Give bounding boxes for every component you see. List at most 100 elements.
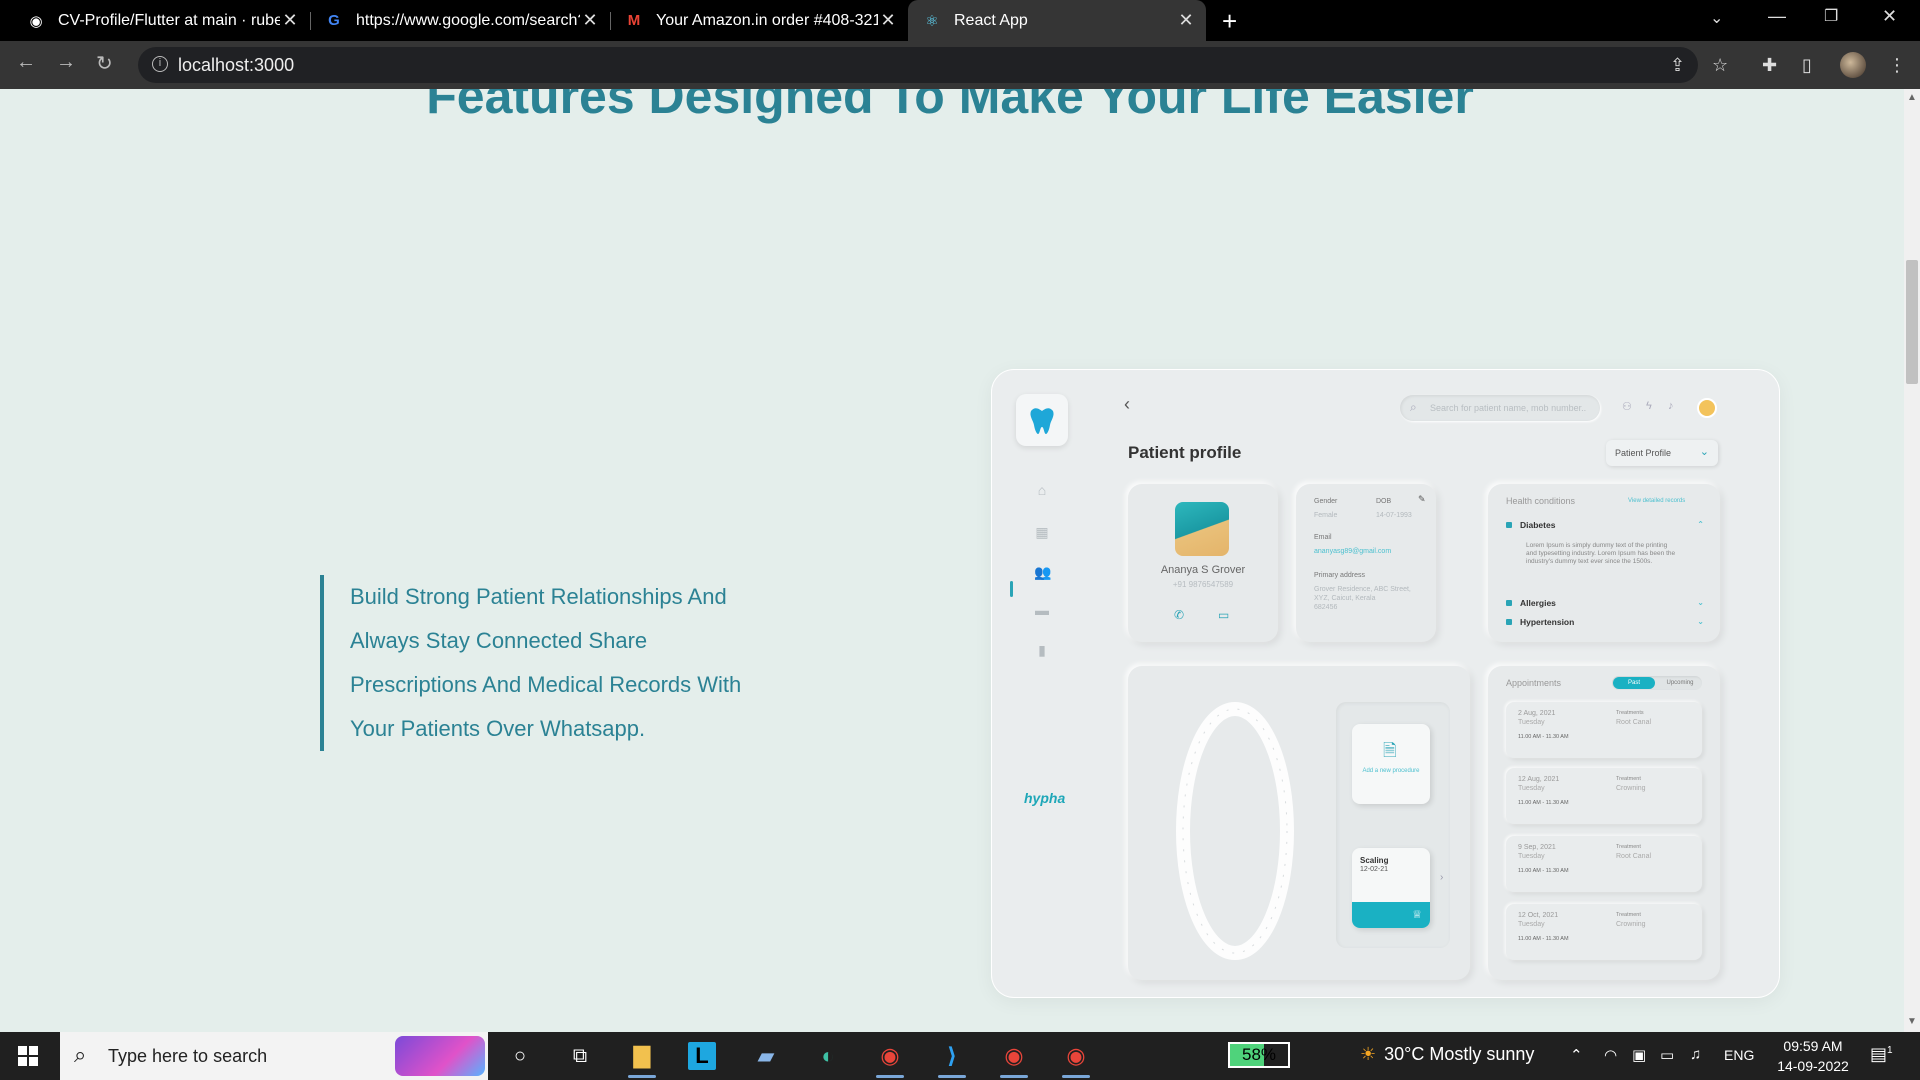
email-value: ananyasg89@gmail.com: [1314, 548, 1392, 555]
page-viewport: Features Designed To Make Your Life Easi…: [0, 89, 1904, 1032]
close-tab-icon[interactable]: ✕: [878, 10, 898, 31]
condition-marker: [1506, 600, 1512, 606]
meet-now-icon[interactable]: ▣: [1632, 1046, 1646, 1064]
chat-icon: ▭: [1218, 608, 1230, 622]
patient-details-card: ✎ Gender DOB Female 14-07-1993 Email ana…: [1296, 484, 1436, 642]
brand-logo: hypha: [1024, 790, 1066, 806]
appointments-tabs: Past Upcoming: [1612, 676, 1702, 690]
clock[interactable]: 09:59 AM 14-09-2022: [1768, 1036, 1858, 1076]
share-icon[interactable]: ⇪: [1670, 55, 1685, 76]
close-tab-icon[interactable]: ✕: [580, 10, 600, 31]
appt-treatment-label: Treatment: [1616, 776, 1641, 782]
view-records-link: View detailed records: [1628, 498, 1686, 504]
appt-time: 11.00 AM - 11.30 AM: [1518, 868, 1569, 874]
dob-label: DOB: [1376, 498, 1392, 505]
scrollbar-track[interactable]: [1904, 89, 1920, 1032]
tab-github[interactable]: ◉ CV-Profile/Flutter at main · ruben ✕: [18, 0, 308, 41]
appt-time: 11.00 AM - 11.30 AM: [1518, 734, 1569, 740]
search-placeholder: Search for patient name, mob number..: [1430, 403, 1587, 413]
vscode-icon[interactable]: ⟩: [936, 1040, 968, 1078]
appt-treatment: Crowning: [1616, 785, 1646, 792]
chrome-icon[interactable]: ◉: [1060, 1040, 1092, 1078]
search-highlight-icon[interactable]: [395, 1036, 485, 1076]
appt-date: 9 Sep, 2021: [1518, 844, 1556, 851]
react-icon: ⚛: [925, 12, 939, 30]
tab-separator: [310, 12, 311, 30]
chevron-up-icon: ⌃: [1697, 520, 1704, 529]
network-icon[interactable]: ◠: [1604, 1046, 1617, 1064]
edit-pencil-icon: ✎: [1418, 494, 1426, 504]
condition-item: Diabetes ⌃: [1506, 520, 1704, 530]
laptop-app-icon[interactable]: ▰: [750, 1040, 782, 1072]
url-field[interactable]: i localhost:3000: [138, 47, 1698, 83]
site-info-icon[interactable]: i: [152, 56, 168, 72]
appointments-title: Appointments: [1506, 678, 1562, 688]
tab-gmail[interactable]: M Your Amazon.in order #408-3210 ✕: [616, 0, 906, 41]
task-view-icon[interactable]: ⧉: [564, 1040, 596, 1072]
procedure-column: 🗎 Add a new procedure Scaling 12-02-21 ♕…: [1336, 702, 1450, 948]
address-bar-row: ← → ↻ i localhost:3000 ⇪ ☆ ✚ ▯ ⋮: [0, 41, 1920, 89]
forward-arrow-icon[interactable]: →: [56, 51, 76, 74]
tab-separator: [610, 12, 611, 30]
mock-sidebar: ⌂ ▦ 👥 ▬ ▮ hypha: [1010, 390, 1072, 977]
feature-description: Build Strong Patient Relationships And A…: [320, 575, 760, 751]
chrome-icon[interactable]: ◉: [998, 1040, 1030, 1078]
notifications-icon[interactable]: ▤1: [1870, 1044, 1893, 1065]
close-tab-icon[interactable]: ✕: [1176, 10, 1196, 31]
extensions-icon[interactable]: ✚: [1762, 55, 1777, 76]
side-panel-icon[interactable]: ▯: [1802, 55, 1812, 76]
condition-item: Allergies ⌄: [1506, 598, 1704, 608]
tab-google[interactable]: G https://www.google.com/search? ✕: [316, 0, 608, 41]
chevron-down-icon: ⌄: [1697, 598, 1704, 607]
scrollbar-thumb[interactable]: [1906, 260, 1918, 384]
reload-icon[interactable]: ↻: [96, 51, 113, 76]
close-window-button[interactable]: ✕: [1882, 6, 1897, 27]
patient-phone: +91 9876547589: [1172, 580, 1234, 589]
appointment-item: 9 Sep, 2021 Tuesday 11.00 AM - 11.30 AM …: [1506, 836, 1702, 892]
bookmark-star-icon[interactable]: ☆: [1712, 55, 1728, 76]
clock-time: 09:59 AM: [1783, 1038, 1843, 1054]
scroll-down-arrow-icon[interactable]: ▼: [1907, 1016, 1917, 1027]
tab-react-app[interactable]: ⚛ React App ✕: [908, 0, 1206, 41]
restore-button[interactable]: ❐: [1824, 6, 1838, 26]
add-procedure-label: Add a new procedure: [1362, 768, 1420, 774]
weather-widget[interactable]: ☀ 30°C Mostly sunny: [1360, 1044, 1534, 1065]
flash-icon: ϟ: [1646, 400, 1652, 412]
tab-title: React App: [954, 11, 1028, 29]
section-heading: Features Designed To Make Your Life Easi…: [426, 89, 1474, 124]
tray-chevron-up-icon[interactable]: ⌃: [1570, 1046, 1583, 1064]
battery-percent: 58%: [1241, 1045, 1277, 1064]
gender-value: Female: [1314, 512, 1338, 519]
menu-kebab-icon[interactable]: ⋮: [1888, 55, 1906, 76]
feature-line: Prescriptions And Medical Records With: [350, 672, 742, 697]
scroll-up-arrow-icon[interactable]: ▲: [1907, 92, 1917, 103]
edge-icon[interactable]: ◐: [812, 1040, 844, 1072]
battery-indicator[interactable]: 58%: [1228, 1042, 1290, 1068]
battery-icon[interactable]: ▭: [1660, 1046, 1674, 1064]
condition-item: Hypertension ⌄: [1506, 617, 1704, 627]
appt-day: Tuesday: [1518, 785, 1545, 792]
appt-time: 11.00 AM - 11.30 AM: [1518, 936, 1569, 942]
profile-avatar[interactable]: [1840, 52, 1866, 78]
tab-search-chevron-icon[interactable]: ⌄: [1710, 8, 1723, 28]
cortana-icon[interactable]: ○: [504, 1040, 536, 1072]
new-tab-button[interactable]: +: [1222, 6, 1237, 37]
address-line: Grover Residence, ABC Street,: [1314, 586, 1411, 593]
mock-view-select: Patient Profile ⌄: [1606, 440, 1718, 466]
language-indicator[interactable]: ENG: [1724, 1047, 1754, 1063]
tab-upcoming: Upcoming: [1666, 680, 1694, 686]
close-tab-icon[interactable]: ✕: [280, 10, 300, 31]
chrome-icon[interactable]: ◉: [874, 1040, 906, 1078]
mock-search-field: ⌕ Search for patient name, mob number..: [1400, 395, 1600, 421]
volume-icon[interactable]: ♫: [1690, 1046, 1701, 1063]
feature-line: Always Stay Connected Share: [350, 628, 648, 653]
appt-time: 11.00 AM - 11.30 AM: [1518, 800, 1569, 806]
back-arrow-icon[interactable]: ←: [16, 51, 36, 74]
address-label: Primary address: [1314, 572, 1365, 579]
l-app-icon[interactable]: L: [688, 1042, 716, 1070]
file-explorer-icon[interactable]: ▇: [626, 1040, 658, 1078]
windows-start-icon[interactable]: [18, 1046, 38, 1066]
minimize-button[interactable]: —: [1768, 6, 1786, 27]
appointment-item: 12 Oct, 2021 Tuesday 11.00 AM - 11.30 AM…: [1506, 904, 1702, 960]
back-chevron-icon: ‹: [1124, 394, 1130, 414]
